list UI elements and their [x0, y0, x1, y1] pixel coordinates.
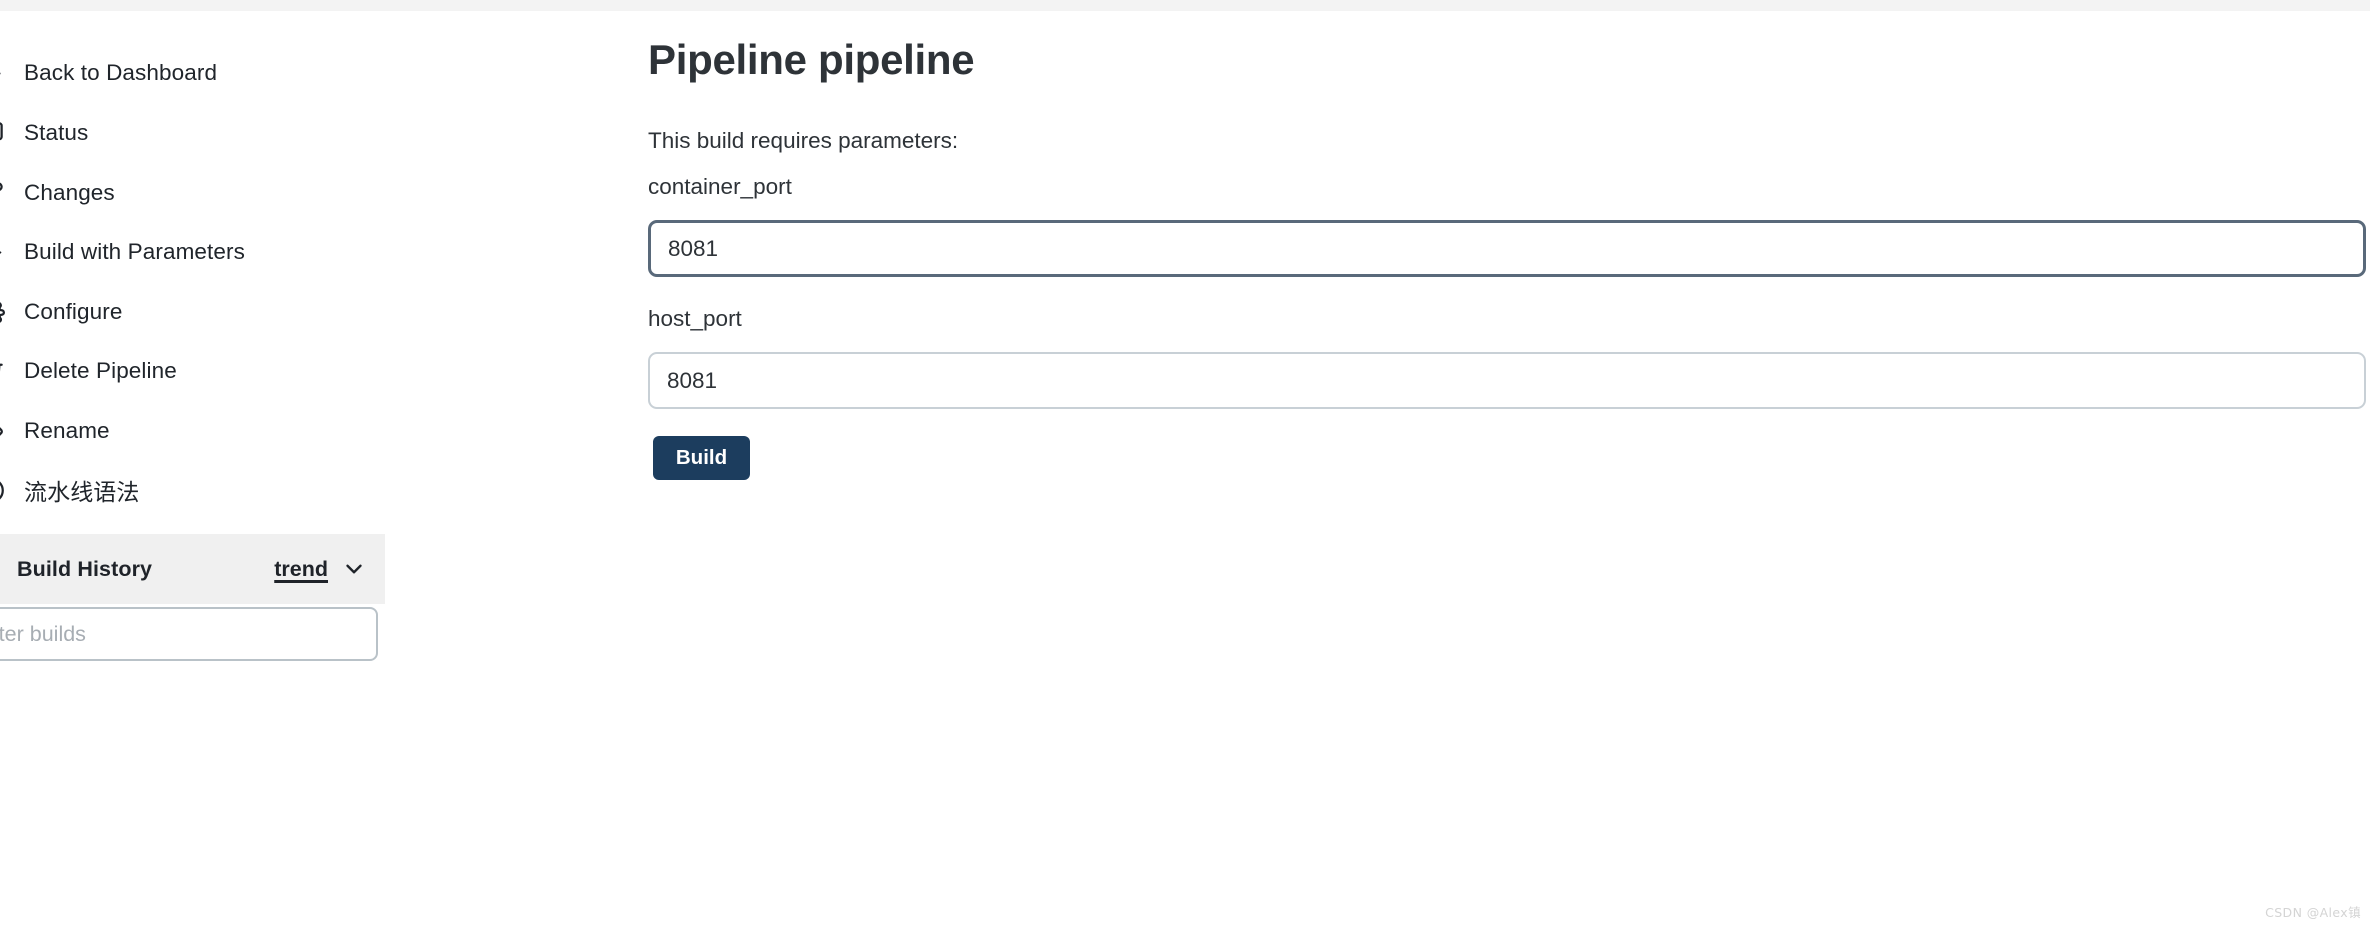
parameters-description: This build requires parameters:: [648, 128, 959, 153]
tag-icon: [0, 416, 6, 446]
gears-icon: [0, 297, 6, 327]
trash-icon: [0, 356, 6, 386]
build-history-header: Build History trend: [0, 534, 385, 604]
build-history-trend-control[interactable]: trend: [274, 556, 367, 582]
sidebar-item-status[interactable]: Status: [0, 111, 406, 155]
arrow-left-icon: [0, 58, 6, 88]
sidebar-item-label: Back to Dashboard: [24, 60, 218, 85]
page-title: Pipeline pipeline: [648, 36, 975, 83]
parameter-label-host-port: host_port: [648, 306, 742, 331]
chevron-down-icon[interactable]: [341, 556, 367, 582]
top-strip: [0, 0, 2370, 11]
build-history-title: Build History: [17, 556, 153, 581]
watermark: CSDN @Alex镇: [2265, 905, 2361, 920]
sidebar-item-changes[interactable]: Changes: [0, 171, 406, 215]
parameter-input-container-port[interactable]: 8081: [648, 220, 2366, 277]
git-branch-icon: [0, 178, 6, 208]
sidebar-item-label: Build with Parameters: [24, 239, 245, 264]
trend-link[interactable]: trend: [274, 557, 328, 582]
help-circle-icon: [0, 475, 6, 505]
sidebar-item-label: Rename: [24, 418, 110, 443]
sidebar-item-label: Delete Pipeline: [24, 358, 177, 383]
jenkins-build-with-parameters-page: Back to Dashboard Status Changes Build w…: [0, 0, 2370, 944]
sidebar-item-label: Changes: [24, 180, 115, 205]
sidebar-item-label: 流水线语法: [24, 480, 140, 506]
main-content: Pipeline pipeline This build requires pa…: [648, 11, 2370, 944]
sidebar-item-label: Status: [24, 120, 89, 145]
sidebar-item-rename[interactable]: Rename: [0, 409, 406, 453]
sidebar-item-build-with-parameters[interactable]: Build with Parameters: [0, 230, 406, 274]
sidebar: Back to Dashboard Status Changes Build w…: [0, 11, 430, 944]
parameter-label-container-port: container_port: [648, 174, 792, 199]
filter-builds-placeholder: Filter builds: [0, 621, 86, 646]
parameter-input-host-port[interactable]: 8081: [648, 352, 2366, 409]
sidebar-item-configure[interactable]: Configure: [0, 290, 406, 334]
play-icon: [0, 237, 6, 267]
sidebar-item-pipeline-syntax[interactable]: 流水线语法: [0, 468, 406, 512]
sidebar-item-back-to-dashboard[interactable]: Back to Dashboard: [0, 51, 406, 95]
sidebar-item-label: Configure: [24, 299, 123, 324]
monitor-icon: [0, 118, 6, 148]
filter-builds-input[interactable]: Filter builds: [0, 607, 378, 661]
parameter-value-container-port: 8081: [668, 235, 719, 261]
parameter-value-host-port: 8081: [667, 367, 718, 393]
sidebar-item-delete-pipeline[interactable]: Delete Pipeline: [0, 349, 406, 393]
build-button[interactable]: Build: [653, 436, 750, 480]
